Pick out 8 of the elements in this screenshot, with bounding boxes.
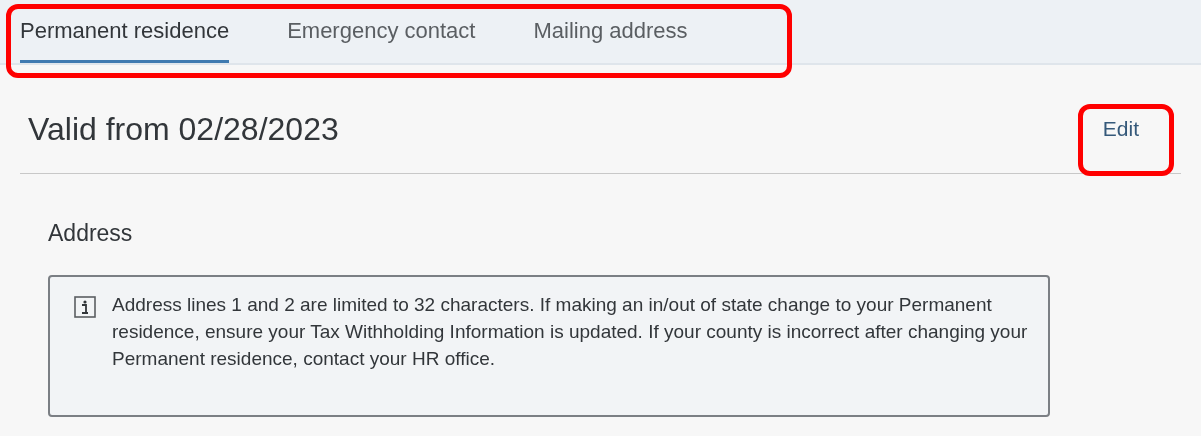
info-icon bbox=[74, 295, 96, 318]
subsection-title: Address bbox=[48, 219, 134, 248]
tab[interactable]: Emergency contact bbox=[287, 0, 476, 63]
section-title: Valid from 02/28/2023 bbox=[27, 110, 339, 149]
edit-link[interactable]: Edit bbox=[1102, 113, 1139, 145]
info-text: Address lines 1 and 2 are limited to 32 characters. If making an in/out of state change to your Permanent residence, ensure your Tax Withholding Information is updated. If your county is incorrect after changing your Permanent residence, contact your HR office. bbox=[112, 292, 1028, 371]
tab[interactable]: Permanent residence bbox=[20, 0, 230, 63]
tab[interactable]: Mailing address bbox=[533, 0, 688, 63]
